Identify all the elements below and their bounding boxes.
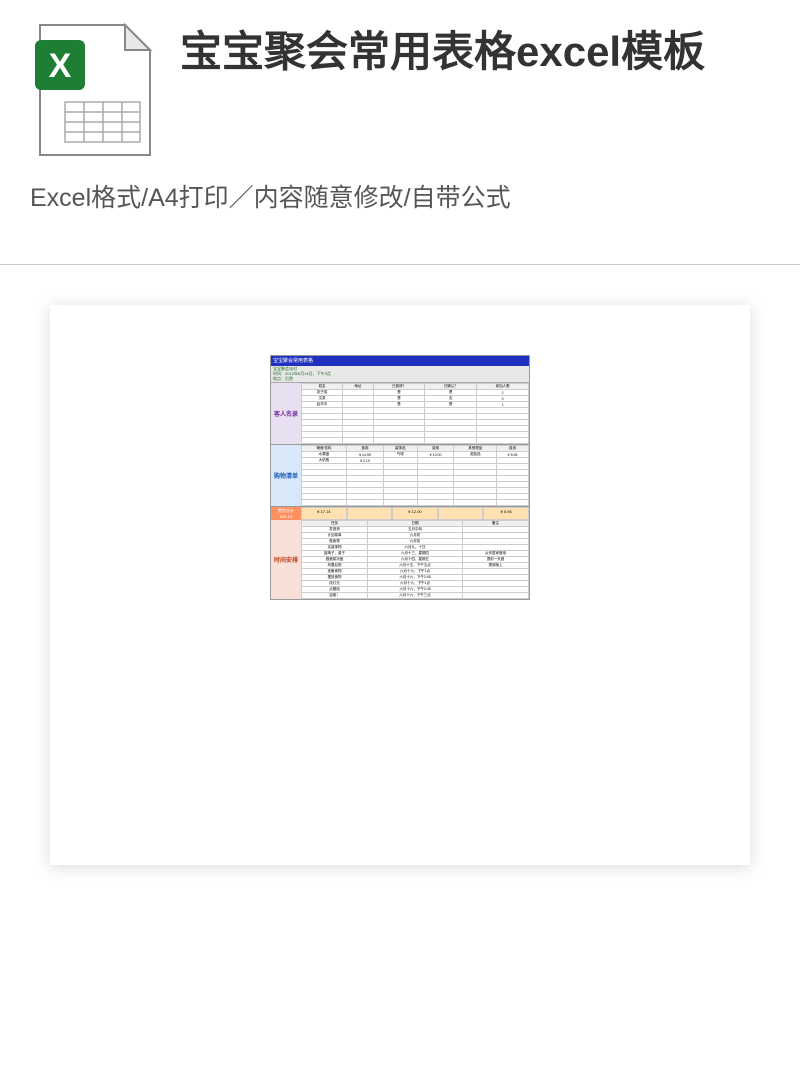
cell (497, 500, 529, 506)
total-cell: ¥ 17.14 (301, 507, 347, 520)
cell (425, 438, 477, 444)
cell: 六月十六，下午三点 (368, 593, 463, 599)
shopping-table: 储食/饮料费用装饰品费用其他物品费用水果盘¥ 14.95气球¥ 12.00奖励品… (301, 445, 529, 506)
total-cells: ¥ 17.14 ¥ 12.00 ¥ 5.96 (301, 507, 529, 520)
cell (417, 500, 454, 506)
total-label: 费用总计 ¥35.10 (271, 507, 301, 520)
sheet-meta: 宝宝聚会派对 时间：2012年6月14日，下午3点 地点：后院 (271, 366, 529, 383)
shopping-section: 购物清单 储食/饮料费用装饰品费用其他物品费用水果盘¥ 14.95气球¥ 12.… (271, 445, 529, 507)
cell (343, 438, 373, 444)
cell (302, 438, 343, 444)
cell (383, 500, 417, 506)
total-cell: ¥ 5.96 (483, 507, 529, 520)
schedule-table: 任务日期备注发邀请五月中旬计划菜单六月初做食物六月初买装饰物六月九、十日接椅子，… (301, 520, 529, 599)
page-subtitle: Excel格式/A4打印／内容随意修改/自带公式 (0, 170, 800, 244)
total-cell: ¥ 12.00 (392, 507, 438, 520)
cell (302, 500, 347, 506)
meta-place: 地点：后院 (273, 377, 527, 382)
guests-section: 客人名录 姓名地址已邀请？已确认？参加人数张子成是是2文英是否0赵华中是是1 (271, 383, 529, 445)
svg-text:X: X (49, 47, 72, 85)
shopping-label: 购物清单 (271, 445, 301, 506)
page-title: 宝宝聚会常用表格excel模板 (180, 25, 705, 80)
page-header: X 宝宝聚会常用表格excel模板 (0, 0, 800, 170)
cell (373, 438, 425, 444)
excel-file-icon: X (30, 20, 160, 160)
guests-label: 客人名录 (271, 383, 301, 444)
cell (454, 500, 497, 506)
cell: 迎客！ (302, 593, 368, 599)
total-cell (347, 507, 393, 520)
totals-row: 费用总计 ¥35.10 ¥ 17.14 ¥ 12.00 ¥ 5.96 (271, 507, 529, 520)
schedule-label: 时间安排 (271, 520, 301, 599)
sheet-banner: 宝宝聚会常用表格 (271, 356, 529, 366)
cell (347, 500, 384, 506)
guests-table: 姓名地址已邀请？已确认？参加人数张子成是是2文英是否0赵华中是是1 (301, 383, 529, 444)
spreadsheet: 宝宝聚会常用表格 宝宝聚会派对 时间：2012年6月14日，下午3点 地点：后院… (270, 355, 530, 600)
total-cell (438, 507, 484, 520)
template-preview: 宝宝聚会常用表格 宝宝聚会派对 时间：2012年6月14日，下午3点 地点：后院… (50, 305, 750, 865)
schedule-section: 时间安排 任务日期备注发邀请五月中旬计划菜单六月初做食物六月初买装饰物六月九、十… (271, 520, 529, 599)
divider (0, 264, 800, 265)
cell (477, 438, 529, 444)
cell (462, 593, 528, 599)
